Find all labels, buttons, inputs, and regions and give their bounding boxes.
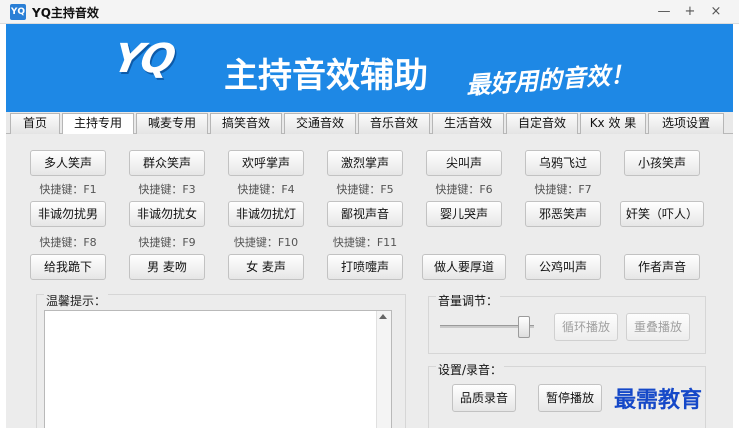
hotkey-label: 快捷键：F10 [233,236,299,249]
tab-home[interactable]: 首页 [10,113,60,134]
hotkey-label: 快捷键：F6 [435,183,493,196]
tab-music[interactable]: 音乐音效 [358,113,430,134]
hotkey-label: 快捷键：F3 [138,183,196,196]
sound-button-sneeze[interactable]: 打喷嚏声 [327,254,403,280]
hotkey-label: 快捷键：F9 [138,236,196,249]
hq-record-button[interactable]: 品质录音 [452,384,516,412]
sound-button-be-kind[interactable]: 做人要厚道 [422,254,506,280]
banner-slogan: 最好用的音效！ [465,60,635,100]
hotkey-label: 快捷键：F7 [534,183,592,196]
tab-shout-mic[interactable]: 喊麦专用 [136,113,208,134]
sound-button-author-voice[interactable]: 作者声音 [624,254,700,280]
sound-button-crow-flyby[interactable]: 乌鸦飞过 [525,150,601,176]
sound-button-rooster[interactable]: 公鸡叫声 [525,254,601,280]
tab-traffic[interactable]: 交通音效 [284,113,356,134]
tab-host[interactable]: 主持专用 [62,113,134,134]
sound-button-evil-laugh[interactable]: 邪恶笑声 [525,201,601,227]
tab-life[interactable]: 生活音效 [432,113,504,134]
app-icon: YQ [10,4,26,20]
hotkey-label: 快捷键：F11 [332,236,398,249]
tips-label: 温馨提示： [44,292,109,309]
sound-button-cheer-applause[interactable]: 欢呼掌声 [228,150,304,176]
maximize-button[interactable]: + [681,3,699,21]
sound-button-crowd-laugh[interactable]: 多人笑声 [30,150,106,176]
loop-play-button[interactable]: 循环播放 [554,313,618,341]
tab-kx-effects[interactable]: Kx 效 果 [580,113,646,134]
watermark: 最需教育 [614,387,703,413]
volume-label: 音量调节： [436,292,501,309]
tab-bar: 首页 主持专用 喊麦专用 搞笑音效 交通音效 音乐音效 生活音效 自定音效 Kx… [6,112,733,134]
pause-play-button[interactable]: 暂停播放 [538,384,602,412]
hotkey-label: 快捷键：F8 [39,236,97,249]
window-title: YQ主持音效 [32,6,99,20]
banner-title: 主持音效辅助 [224,56,428,96]
sound-button-kneel-down[interactable]: 给我跪下 [30,254,106,280]
tips-textarea[interactable] [44,310,392,428]
sound-button-sinister-laugh[interactable]: 奸笑（吓人） [620,201,704,227]
close-button[interactable]: × [707,3,725,21]
banner-logo: YQ [109,36,178,82]
sound-button-contempt[interactable]: 鄙视声音 [327,201,403,227]
sound-button-female-mic-voice[interactable]: 女 麦声 [228,254,304,280]
sound-button-strong-applause[interactable]: 激烈掌声 [327,150,403,176]
tab-custom[interactable]: 自定音效 [506,113,578,134]
sound-button-child-laugh[interactable]: 小孩笑声 [624,150,700,176]
sound-button-scream[interactable]: 尖叫声 [426,150,502,176]
hotkey-label: 快捷键：F1 [39,183,97,196]
sound-button-audience-laugh[interactable]: 群众笑声 [129,150,205,176]
tips-scrollbar[interactable] [376,311,391,428]
hotkey-label: 快捷键：F5 [336,183,394,196]
title-bar: YQ YQ主持音效 — + × [0,0,739,24]
sound-button-baby-cry[interactable]: 婴儿哭声 [426,201,502,227]
sound-button-fcwr-female[interactable]: 非诚勿扰女 [129,201,205,227]
tab-funny[interactable]: 搞笑音效 [210,113,282,134]
sound-button-male-mic-kiss[interactable]: 男 麦吻 [129,254,205,280]
header-banner: YQ 主持音效辅助 最好用的音效！ [6,24,733,112]
minimize-button[interactable]: — [655,3,673,21]
recording-label: 设置/录音： [436,361,505,378]
hotkey-label: 快捷键：F4 [237,183,295,196]
sound-button-fcwr-male[interactable]: 非诚勿扰男 [30,201,106,227]
tab-options[interactable]: 选项设置 [648,113,724,134]
volume-slider-thumb[interactable] [518,316,530,338]
scroll-up-arrow-icon[interactable] [379,314,387,319]
sound-button-fcwr-light[interactable]: 非诚勿扰灯 [228,201,304,227]
overlay-play-button[interactable]: 重叠播放 [626,313,690,341]
